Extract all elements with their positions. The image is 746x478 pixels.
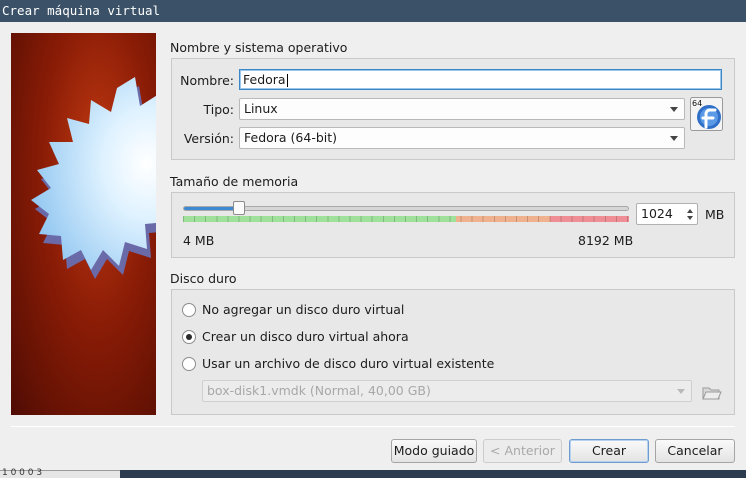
window-title: Crear máquina virtual xyxy=(0,0,746,22)
spin-up-icon[interactable] xyxy=(687,209,693,213)
wizard-banner xyxy=(11,33,156,415)
memory-spinbox[interactable]: 1024 xyxy=(636,203,698,225)
taskbar-item: 1 0 0 0 3 xyxy=(0,468,120,478)
memory-slider-fill xyxy=(184,207,240,210)
version-select-value: Fedora (64-bit) xyxy=(244,130,338,145)
memory-slider-ticks xyxy=(183,216,629,222)
chevron-down-icon xyxy=(670,107,678,112)
type-label: Tipo: xyxy=(203,102,234,117)
folder-open-icon[interactable] xyxy=(700,382,722,402)
radio-existing-disk[interactable] xyxy=(182,357,196,371)
name-input[interactable]: Fedora xyxy=(239,69,722,90)
guided-mode-button[interactable]: Modo guiado xyxy=(391,439,477,463)
memory-slider-handle[interactable] xyxy=(232,201,245,215)
radio-existing-disk-label[interactable]: Usar un archivo de disco duro virtual ex… xyxy=(202,356,494,371)
fedora-64-icon: 64 xyxy=(690,97,723,131)
radio-no-disk[interactable] xyxy=(182,303,196,317)
memory-value: 1024 xyxy=(641,206,673,221)
name-label: Nombre: xyxy=(180,73,234,88)
radio-create-disk[interactable] xyxy=(182,330,196,344)
chevron-down-icon xyxy=(677,389,685,394)
os-icon-badge: 64 xyxy=(692,99,702,108)
spin-down-icon[interactable] xyxy=(687,216,693,220)
memory-section-title: Tamaño de memoria xyxy=(170,174,299,189)
create-button[interactable]: Crear xyxy=(569,439,649,463)
memory-group xyxy=(171,192,735,258)
name-os-section-title: Nombre y sistema operativo xyxy=(170,40,348,55)
version-label: Versión: xyxy=(183,131,234,146)
text-cursor xyxy=(286,74,288,87)
memory-slider-track[interactable] xyxy=(183,206,629,211)
cancel-button[interactable]: Cancelar xyxy=(655,439,735,463)
starburst-logo xyxy=(31,77,156,279)
version-select[interactable]: Fedora (64-bit) xyxy=(239,127,685,149)
back-button[interactable]: < Anterior xyxy=(483,439,562,463)
create-vm-dialog: Nombre y sistema operativo Nombre: Fedor… xyxy=(0,22,746,470)
disk-section-title: Disco duro xyxy=(170,271,237,286)
memory-max-label: 8192 MB xyxy=(578,233,634,248)
existing-disk-select[interactable]: box-disk1.vmdk (Normal, 40,00 GB) xyxy=(202,380,692,402)
button-separator xyxy=(11,426,735,427)
memory-unit: MB xyxy=(705,207,725,222)
type-select-value: Linux xyxy=(244,101,278,116)
radio-no-disk-label[interactable]: No agregar un disco duro virtual xyxy=(202,302,404,317)
existing-disk-value: box-disk1.vmdk (Normal, 40,00 GB) xyxy=(207,383,431,398)
radio-create-disk-label[interactable]: Crear un disco duro virtual ahora xyxy=(202,329,409,344)
name-input-value: Fedora xyxy=(243,72,286,87)
taskbar-item-label: 1 0 0 0 3 xyxy=(2,468,43,478)
type-select[interactable]: Linux xyxy=(239,98,685,120)
memory-min-label: 4 MB xyxy=(183,233,215,248)
chevron-down-icon xyxy=(670,136,678,141)
